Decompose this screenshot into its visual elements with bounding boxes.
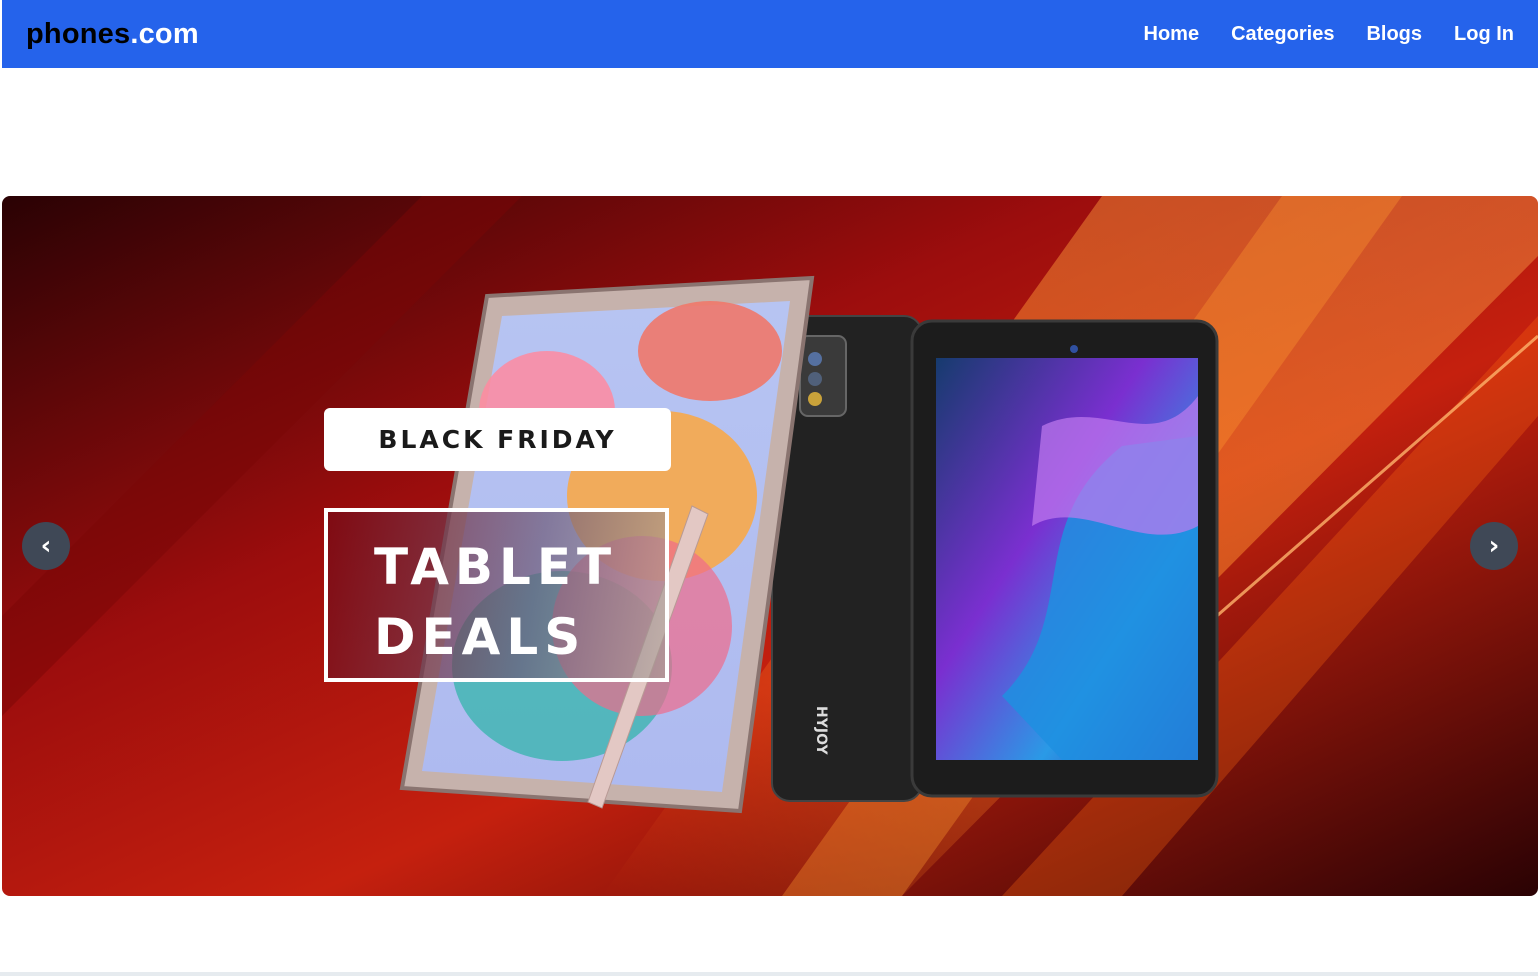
brand-suffix: .com bbox=[130, 18, 199, 50]
carousel-prev-button[interactable]: ‹ bbox=[22, 522, 70, 570]
nav-link-login[interactable]: Log In bbox=[1454, 23, 1514, 46]
carousel-next-button[interactable]: › bbox=[1470, 522, 1518, 570]
nav-link-categories[interactable]: Categories bbox=[1231, 23, 1334, 46]
nav-link-blogs[interactable]: Blogs bbox=[1366, 23, 1422, 46]
nav-link-home[interactable]: Home bbox=[1144, 23, 1200, 46]
carousel-slide-image: HYJOY bbox=[2, 196, 1538, 896]
brand-name: phones bbox=[26, 18, 131, 50]
headline-line-2: DEALS bbox=[374, 608, 587, 666]
black-friday-badge: BLACK FRIDAY bbox=[324, 408, 671, 471]
main-nav: Home Categories Blogs Log In bbox=[1144, 0, 1515, 68]
tablet-deals-headline: TABLET DEALS bbox=[324, 508, 669, 682]
top-navbar: phones.com Home Categories Blogs Log In bbox=[2, 0, 1538, 68]
page-divider bbox=[0, 972, 1538, 976]
site-logo[interactable]: phones.com bbox=[26, 17, 199, 51]
tablet-brand-text: HYJOY bbox=[813, 706, 829, 755]
headline-line-1: TABLET bbox=[374, 538, 618, 596]
hero-carousel: HYJOY BLACK FRIDAY TABLET DEALS ‹ › bbox=[2, 196, 1538, 896]
